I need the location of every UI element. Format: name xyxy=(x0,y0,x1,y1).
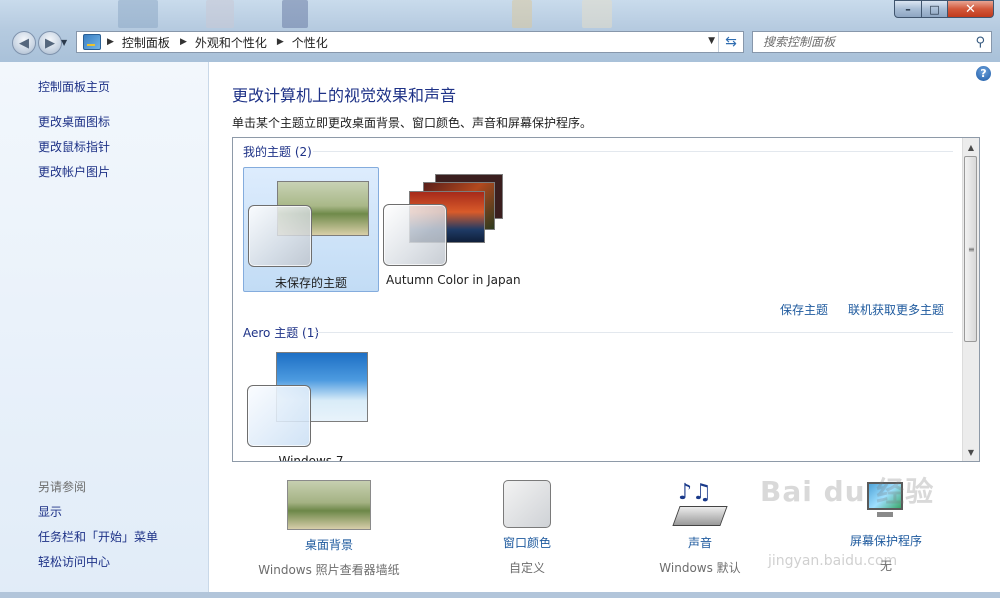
close-icon: ✕ xyxy=(965,1,976,17)
help-button[interactable]: ? xyxy=(976,66,991,81)
scroll-down-icon[interactable]: ▼ xyxy=(963,444,979,460)
window-color-preview xyxy=(383,204,447,266)
background-window-thumbnail xyxy=(582,0,612,28)
breadcrumb-control-panel[interactable]: 控制面板 xyxy=(122,34,170,51)
window-color-value: 自定义 xyxy=(508,561,545,575)
control-panel-icon xyxy=(83,34,101,50)
scroll-up-icon[interactable]: ▲ xyxy=(963,139,979,155)
breadcrumb-separator-icon[interactable]: ▶ xyxy=(277,37,284,47)
group-divider xyxy=(313,332,953,333)
see-also-heading: 另请参阅 xyxy=(38,480,87,494)
recent-pages-dropdown[interactable]: ▼ xyxy=(61,38,67,47)
maximize-button[interactable]: □ xyxy=(922,0,948,18)
window-color-preview xyxy=(247,385,311,447)
desktop-background-title[interactable]: 桌面背景 xyxy=(249,536,409,553)
grip-icon: ≡ xyxy=(968,245,975,254)
help-icon: ? xyxy=(980,67,987,80)
baidu-watermark-url: jingyan.baidu.com xyxy=(768,553,898,569)
main-content: ? 更改计算机上的视觉效果和声音 单击某个主题立即更改桌面背景、窗口颜色、声音和… xyxy=(209,62,1000,598)
theme-unsaved[interactable]: 未保存的主题 xyxy=(243,167,379,292)
sounds-title[interactable]: 声音 xyxy=(640,534,760,551)
close-button[interactable]: ✕ xyxy=(948,0,994,18)
theme-label: Windows 7 xyxy=(278,454,344,462)
maximize-icon: □ xyxy=(929,2,940,16)
window-bottom-border xyxy=(0,592,1000,598)
background-window-thumbnail xyxy=(118,0,158,28)
sounds-value: Windows 默认 xyxy=(659,561,741,575)
breadcrumb-separator-icon[interactable]: ▶ xyxy=(107,37,114,47)
ease-of-access-link[interactable]: 轻松访问中心 xyxy=(38,553,110,570)
baidu-watermark: Bai du 经验 xyxy=(760,475,935,508)
window-color-item[interactable]: 窗口颜色 自定义 xyxy=(457,480,597,576)
forward-button[interactable]: ▶ xyxy=(38,31,62,55)
group-divider xyxy=(313,151,953,152)
theme-label: 未保存的主题 xyxy=(274,276,347,290)
control-panel-window: – □ ✕ ◀ ▶ ▼ ▶ 控制面板 ▶ 外观和个性化 ▶ 个性化 ▼ ⇆ ⚲ … xyxy=(0,0,1000,598)
breadcrumb-separator-icon[interactable]: ▶ xyxy=(180,37,187,47)
arrow-left-icon: ◀ xyxy=(19,35,29,51)
arrow-right-icon: ▶ xyxy=(45,35,55,51)
search-input[interactable] xyxy=(761,34,975,50)
search-icon[interactable]: ⚲ xyxy=(975,35,985,50)
taskbar-start-menu-link[interactable]: 任务栏和「开始」菜单 xyxy=(38,528,158,545)
scroll-thumb[interactable]: ≡ xyxy=(964,156,977,342)
save-theme-link[interactable]: 保存主题 xyxy=(780,301,828,318)
change-desktop-icons-link[interactable]: 更改桌面图标 xyxy=(38,113,110,130)
address-bar[interactable]: ▶ 控制面板 ▶ 外观和个性化 ▶ 个性化 ▼ ⇆ xyxy=(76,31,744,53)
sounds-item[interactable]: ♪♫ 声音 Windows 默认 xyxy=(640,480,760,576)
desktop-background-value: Windows 照片查看器墙纸 xyxy=(258,563,400,577)
sounds-icon: ♪♫ xyxy=(672,480,728,528)
refresh-button[interactable]: ⇆ xyxy=(718,32,743,52)
page-description: 单击某个主题立即更改桌面背景、窗口颜色、声音和屏幕保护程序。 xyxy=(232,116,593,130)
page-title: 更改计算机上的视觉效果和声音 xyxy=(232,86,457,105)
theme-list: 我的主题 (2) 未保存的主题 Autumn Color in Japan 保存… xyxy=(232,137,980,462)
display-link[interactable]: 显示 xyxy=(38,503,62,520)
get-more-themes-link[interactable]: 联机获取更多主题 xyxy=(848,301,944,318)
theme-label: Autumn Color in Japan xyxy=(386,273,521,287)
search-box: ⚲ xyxy=(752,31,992,53)
refresh-icon: ⇆ xyxy=(725,34,737,50)
my-themes-heading: 我的主题 (2) xyxy=(243,145,312,159)
aero-themes-heading: Aero 主题 (1) xyxy=(243,326,320,340)
desktop-background-icon xyxy=(287,480,371,530)
background-window-thumbnail xyxy=(512,0,532,28)
background-window-thumbnail xyxy=(206,0,234,28)
minimize-icon: – xyxy=(905,2,911,16)
theme-autumn-japan[interactable]: Autumn Color in Japan xyxy=(383,167,521,292)
window-frame: – □ ✕ ◀ ▶ ▼ ▶ 控制面板 ▶ 外观和个性化 ▶ 个性化 ▼ ⇆ ⚲ xyxy=(0,0,1000,62)
control-panel-home-link[interactable]: 控制面板主页 xyxy=(38,78,110,95)
window-color-icon xyxy=(503,480,551,528)
breadcrumb-personalization[interactable]: 个性化 xyxy=(292,34,328,51)
back-button[interactable]: ◀ xyxy=(12,31,36,55)
change-mouse-pointers-link[interactable]: 更改鼠标指针 xyxy=(38,138,110,155)
window-color-title[interactable]: 窗口颜色 xyxy=(457,534,597,551)
minimize-button[interactable]: – xyxy=(894,0,922,18)
theme-windows-7[interactable]: Windows 7 xyxy=(243,348,379,462)
breadcrumb-appearance[interactable]: 外观和个性化 xyxy=(195,34,267,51)
theme-list-scrollbar[interactable]: ▲ ≡ ▼ xyxy=(962,138,979,461)
desktop-background-item[interactable]: 桌面背景 Windows 照片查看器墙纸 xyxy=(249,480,409,578)
caption-buttons: – □ ✕ xyxy=(894,0,994,18)
address-history-dropdown-icon[interactable]: ▼ xyxy=(708,36,715,46)
change-account-picture-link[interactable]: 更改帐户图片 xyxy=(38,163,110,180)
background-window-thumbnail xyxy=(282,0,308,28)
window-color-preview xyxy=(248,205,312,267)
left-task-pane: 控制面板主页 更改桌面图标 更改鼠标指针 更改帐户图片 另请参阅 显示 任务栏和… xyxy=(0,62,209,598)
screen-saver-title[interactable]: 屏幕保护程序 xyxy=(821,532,951,549)
